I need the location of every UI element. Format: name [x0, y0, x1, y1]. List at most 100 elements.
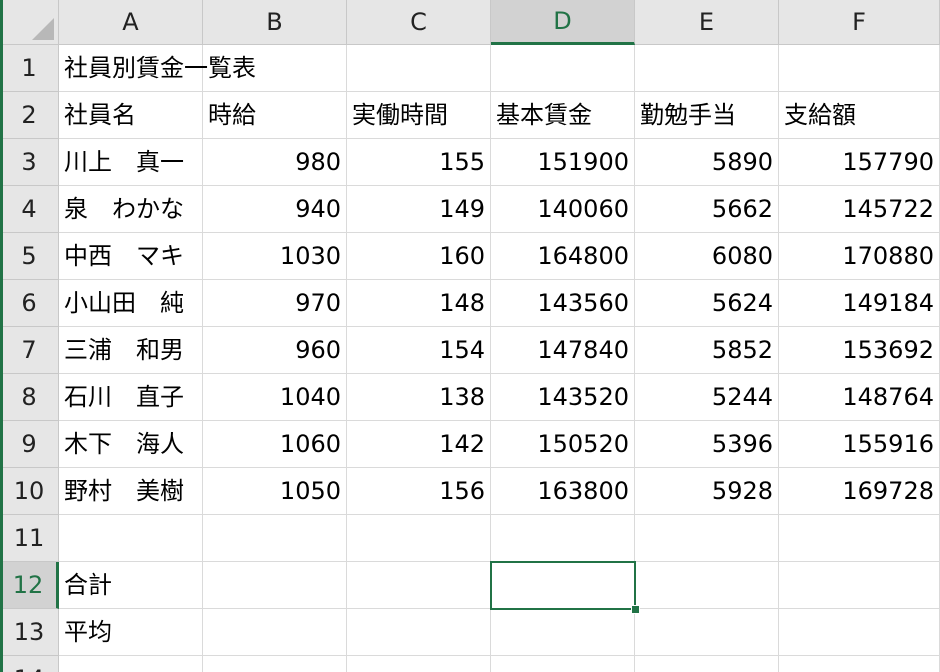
cell-c11[interactable] — [347, 515, 491, 562]
cell-c5[interactable]: 160 — [347, 233, 491, 280]
cell-e2[interactable]: 勤勉手当 — [635, 92, 779, 139]
cell-f14[interactable] — [779, 656, 940, 672]
cell-b6[interactable]: 970 — [203, 280, 347, 327]
cell-b11[interactable] — [203, 515, 347, 562]
cell-c13[interactable] — [347, 609, 491, 656]
cell-d2[interactable]: 基本賃金 — [491, 92, 635, 139]
column-header-c[interactable]: C — [347, 0, 491, 45]
column-header-a[interactable]: A — [59, 0, 203, 45]
cell-b12[interactable] — [203, 562, 347, 609]
spreadsheet-grid[interactable]: A B C D E F 1 社員別賃金一覧表 2 社員名 時給 実働時間 基本賃金 勤勉手当 支給額 3 川上 … — [0, 0, 940, 672]
cell-a2[interactable]: 社員名 — [59, 92, 203, 139]
cell-f2[interactable]: 支給額 — [779, 92, 940, 139]
cell-c7[interactable]: 154 — [347, 327, 491, 374]
cell-c1[interactable] — [347, 45, 491, 92]
cell-d5[interactable]: 164800 — [491, 233, 635, 280]
cell-e9[interactable]: 5396 — [635, 421, 779, 468]
cell-f9[interactable]: 155916 — [779, 421, 940, 468]
row-header-10[interactable]: 10 — [0, 468, 59, 515]
cell-b8[interactable]: 1040 — [203, 374, 347, 421]
row-header-4[interactable]: 4 — [0, 186, 59, 233]
cell-b4[interactable]: 940 — [203, 186, 347, 233]
cell-e11[interactable] — [635, 515, 779, 562]
cell-d1[interactable] — [491, 45, 635, 92]
cell-b2[interactable]: 時給 — [203, 92, 347, 139]
column-header-b[interactable]: B — [203, 0, 347, 45]
cell-f6[interactable]: 149184 — [779, 280, 940, 327]
cell-a3[interactable]: 川上 真一 — [59, 139, 203, 186]
cell-d6[interactable]: 143560 — [491, 280, 635, 327]
cell-e10[interactable]: 5928 — [635, 468, 779, 515]
cell-f12[interactable] — [779, 562, 940, 609]
cell-d9[interactable]: 150520 — [491, 421, 635, 468]
cell-d4[interactable]: 140060 — [491, 186, 635, 233]
cell-d13[interactable] — [491, 609, 635, 656]
select-all-button[interactable] — [0, 0, 59, 45]
cell-e8[interactable]: 5244 — [635, 374, 779, 421]
cell-a1[interactable]: 社員別賃金一覧表 — [59, 45, 256, 92]
row-header-12[interactable]: 12 — [0, 562, 59, 609]
cell-e6[interactable]: 5624 — [635, 280, 779, 327]
cell-f8[interactable]: 148764 — [779, 374, 940, 421]
cell-a7[interactable]: 三浦 和男 — [59, 327, 203, 374]
column-header-d[interactable]: D — [491, 0, 635, 45]
cell-b10[interactable]: 1050 — [203, 468, 347, 515]
cell-a5[interactable]: 中西 マキ — [59, 233, 203, 280]
row-header-11[interactable]: 11 — [0, 515, 59, 562]
cell-b7[interactable]: 960 — [203, 327, 347, 374]
cell-c8[interactable]: 138 — [347, 374, 491, 421]
cell-c10[interactable]: 156 — [347, 468, 491, 515]
row-header-3[interactable]: 3 — [0, 139, 59, 186]
cell-a10[interactable]: 野村 美樹 — [59, 468, 203, 515]
row-header-6[interactable]: 6 — [0, 280, 59, 327]
cell-b13[interactable] — [203, 609, 347, 656]
cell-a9[interactable]: 木下 海人 — [59, 421, 203, 468]
cell-f7[interactable]: 153692 — [779, 327, 940, 374]
cell-a12[interactable]: 合計 — [59, 562, 203, 609]
cell-a4[interactable]: 泉 わかな — [59, 186, 203, 233]
cell-a8[interactable]: 石川 直子 — [59, 374, 203, 421]
cell-d3[interactable]: 151900 — [491, 139, 635, 186]
cell-a14[interactable] — [59, 656, 203, 672]
cell-e4[interactable]: 5662 — [635, 186, 779, 233]
cell-d14[interactable] — [491, 656, 635, 672]
cell-e5[interactable]: 6080 — [635, 233, 779, 280]
cell-e12[interactable] — [635, 562, 779, 609]
cell-e3[interactable]: 5890 — [635, 139, 779, 186]
row-header-5[interactable]: 5 — [0, 233, 59, 280]
row-header-13[interactable]: 13 — [0, 609, 59, 656]
cell-f3[interactable]: 157790 — [779, 139, 940, 186]
cell-c3[interactable]: 155 — [347, 139, 491, 186]
cell-e7[interactable]: 5852 — [635, 327, 779, 374]
cell-d11[interactable] — [491, 515, 635, 562]
cell-d7[interactable]: 147840 — [491, 327, 635, 374]
row-header-14[interactable]: 14 — [0, 656, 59, 672]
cell-c2[interactable]: 実働時間 — [347, 92, 491, 139]
cell-f13[interactable] — [779, 609, 940, 656]
cell-c9[interactable]: 142 — [347, 421, 491, 468]
cell-c14[interactable] — [347, 656, 491, 672]
cell-d10[interactable]: 163800 — [491, 468, 635, 515]
cell-a6[interactable]: 小山田 純 — [59, 280, 203, 327]
cell-b14[interactable] — [203, 656, 347, 672]
cell-c6[interactable]: 148 — [347, 280, 491, 327]
cell-d12[interactable] — [491, 562, 635, 609]
row-header-1[interactable]: 1 — [0, 45, 59, 92]
row-header-7[interactable]: 7 — [0, 327, 59, 374]
column-header-e[interactable]: E — [635, 0, 779, 45]
fill-handle[interactable] — [631, 605, 640, 614]
cell-f5[interactable]: 170880 — [779, 233, 940, 280]
cell-c4[interactable]: 149 — [347, 186, 491, 233]
cell-b5[interactable]: 1030 — [203, 233, 347, 280]
cell-a11[interactable] — [59, 515, 203, 562]
cell-e1[interactable] — [635, 45, 779, 92]
cell-a13[interactable]: 平均 — [59, 609, 203, 656]
cell-f10[interactable]: 169728 — [779, 468, 940, 515]
cell-e13[interactable] — [635, 609, 779, 656]
row-header-9[interactable]: 9 — [0, 421, 59, 468]
column-header-f[interactable]: F — [779, 0, 940, 45]
cell-f4[interactable]: 145722 — [779, 186, 940, 233]
cell-d8[interactable]: 143520 — [491, 374, 635, 421]
row-header-8[interactable]: 8 — [0, 374, 59, 421]
cell-f11[interactable] — [779, 515, 940, 562]
